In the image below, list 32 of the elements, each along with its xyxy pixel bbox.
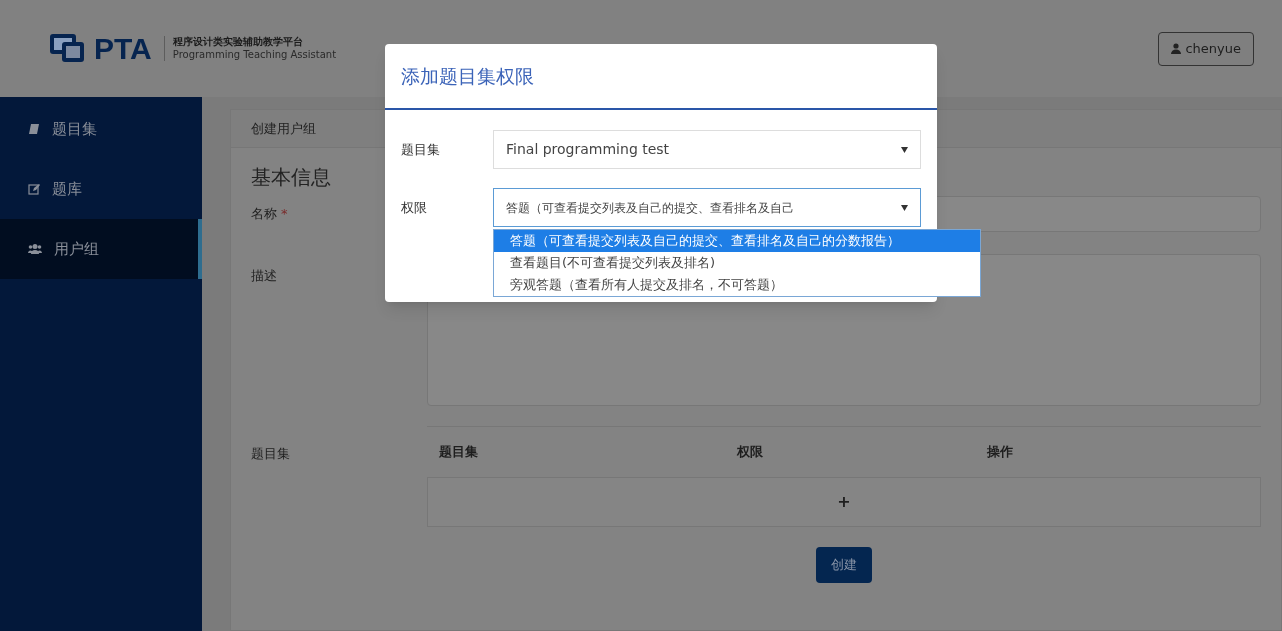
field-label: 题目集 (251, 445, 291, 463)
column-header: 操作 (987, 443, 1014, 462)
dropdown-caret-icon (901, 146, 908, 153)
field-label: 权限 (401, 198, 428, 217)
dialog-title: 添加题目集权限 (401, 63, 534, 89)
section-title: 基本信息 (251, 164, 332, 191)
dropdown-caret-icon (901, 204, 908, 211)
column-header: 题目集 (438, 443, 479, 462)
user-icon (1171, 43, 1182, 54)
users-icon (28, 243, 42, 255)
create-button[interactable]: 创建 (816, 547, 872, 583)
dropdown-option[interactable]: 旁观答题（查看所有人提交及排名，不可答题） (494, 274, 980, 296)
sidebar-item[interactable]: 用户组 (0, 219, 202, 279)
add-row-button[interactable]: + (427, 477, 1261, 527)
select-field[interactable]: Final programming test (493, 130, 921, 169)
dropdown-option[interactable]: 答题（可查看提交列表及自己的提交、查看排名及自己的分数报告） (494, 230, 980, 252)
logo-text: PTA (94, 31, 152, 67)
field-label: 描述 (251, 267, 278, 285)
logo-subtitle: Programming Teaching Assistant (172, 48, 337, 61)
logo-title: 程序设计类实验辅助教学平台 (172, 36, 304, 49)
edit-icon (28, 183, 40, 195)
field-label: 名称 (251, 205, 277, 223)
field-label: 题目集 (401, 140, 441, 159)
user-button[interactable]: chenyue (1158, 31, 1254, 66)
sidebar-item[interactable]: 题库 (0, 159, 202, 219)
select-field[interactable]: 答题（可查看提交列表及自己的提交、查看排名及自己 (493, 188, 921, 227)
dropdown-option[interactable]: 查看题目(不可查看提交列表及排名) (494, 252, 980, 274)
required-mark: * (281, 205, 288, 223)
column-header: 权限 (737, 443, 764, 462)
book-icon (28, 123, 40, 135)
breadcrumb: 创建用户组 (251, 119, 316, 138)
sidebar-item[interactable]: 题目集 (0, 99, 202, 159)
